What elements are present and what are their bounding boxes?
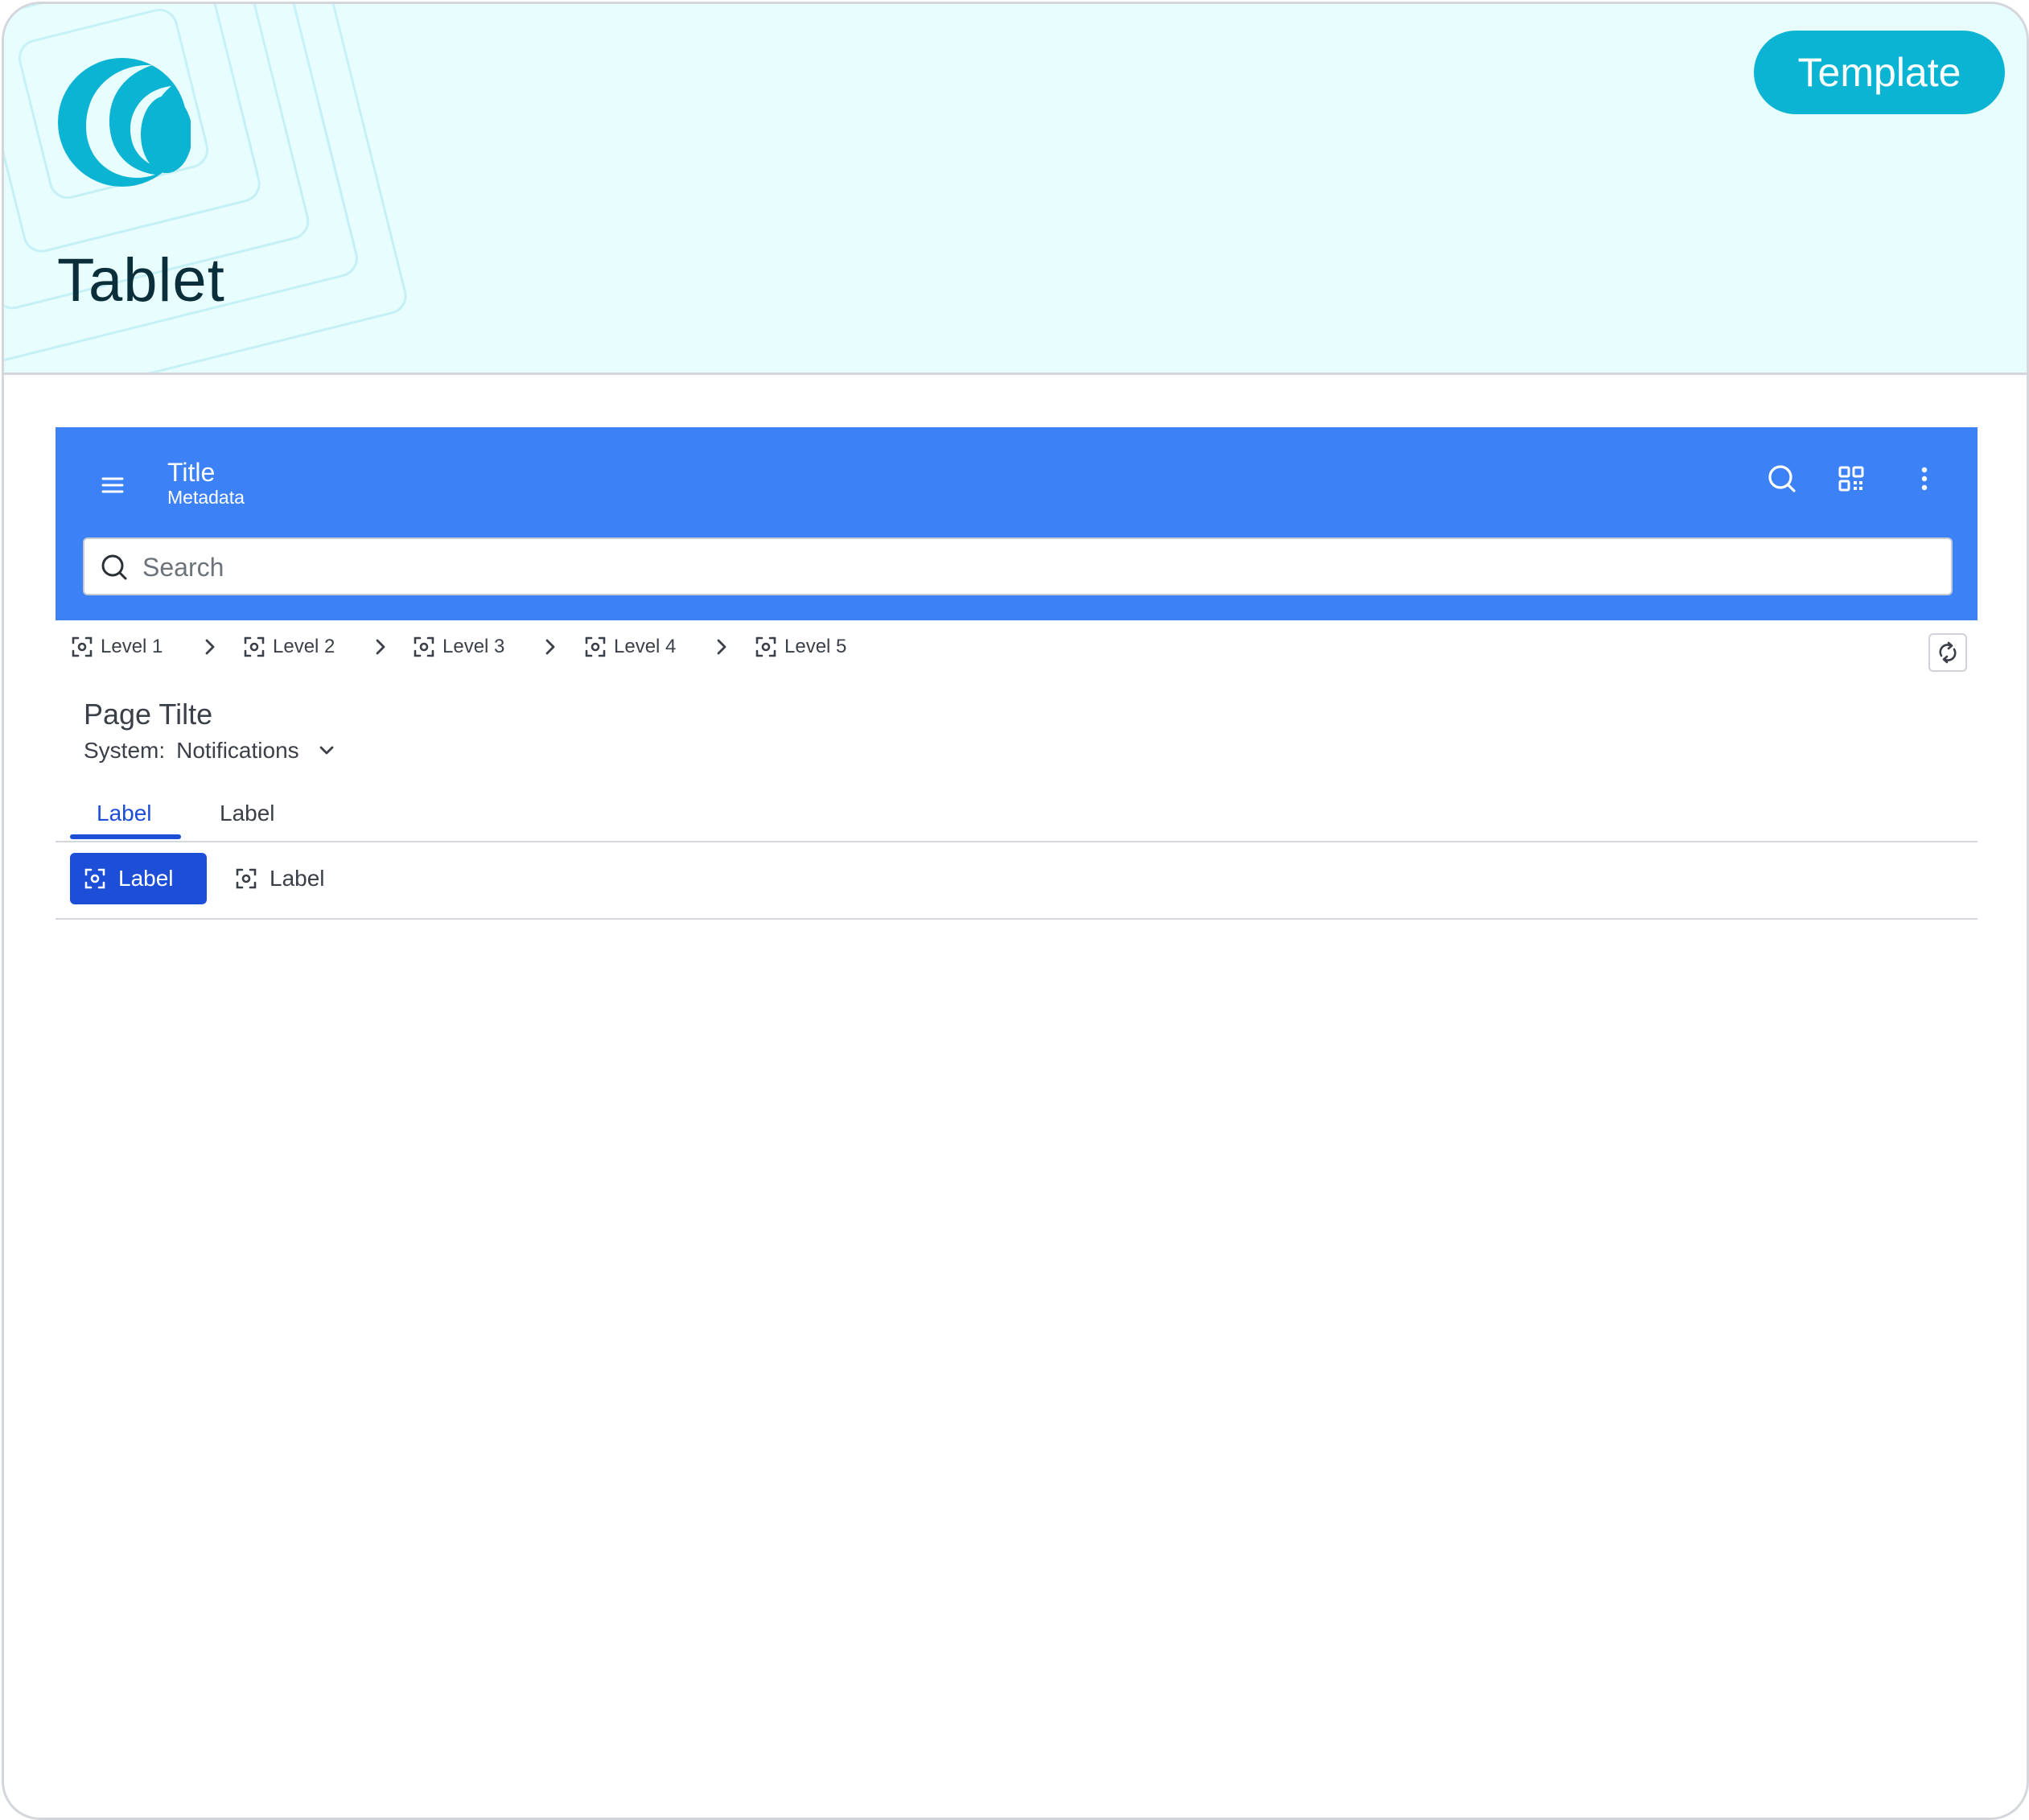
banner-title: Tablet: [57, 246, 225, 315]
breadcrumb-label: Level 2: [273, 636, 335, 657]
refresh-icon: [1939, 641, 1957, 664]
banner: Tablet Template: [4, 4, 2027, 375]
system-label: System:: [84, 738, 166, 763]
app-bar: Title Metadata: [56, 427, 1978, 620]
qr-code-icon[interactable]: [1834, 461, 1869, 496]
search-bar: [83, 537, 1953, 595]
segment-button-label: Label: [118, 866, 174, 891]
more-vertical-icon[interactable]: [1907, 461, 1942, 496]
breadcrumb-item-level-3[interactable]: Level 3: [412, 632, 504, 661]
active-tab-indicator: [70, 834, 181, 839]
focus-icon: [236, 868, 257, 889]
segment-button-selected[interactable]: Label: [70, 853, 207, 904]
tab-label-1[interactable]: Label: [97, 801, 152, 826]
system-value: Notifications: [176, 738, 299, 763]
segment-button-label: Label: [270, 866, 325, 891]
chevron-right-icon: [205, 639, 215, 655]
breadcrumb-label: Level 1: [101, 636, 163, 657]
tab-bar: Label Label: [56, 793, 1978, 842]
focus-icon: [414, 636, 434, 657]
search-icon[interactable]: [1764, 461, 1800, 496]
template-badge: Template: [1754, 31, 2005, 114]
breadcrumb-label: Level 5: [784, 636, 847, 657]
chevron-right-icon: [717, 639, 726, 655]
refresh-button[interactable]: [1928, 633, 1967, 672]
system-selector[interactable]: System: Notifications: [84, 736, 338, 765]
chevron-down-icon: [319, 746, 334, 755]
focus-icon: [244, 636, 265, 657]
brand-logo: [58, 58, 191, 187]
chevron-right-icon: [545, 639, 555, 655]
breadcrumb-item-level-2[interactable]: Level 2: [242, 632, 335, 661]
segmented-toolbar: Label Label: [56, 841, 1978, 920]
tab-label-2[interactable]: Label: [220, 801, 275, 826]
app-bar-title: Title: [167, 458, 216, 487]
chevron-right-icon: [376, 639, 385, 655]
breadcrumb-item-level-1[interactable]: Level 1: [70, 632, 163, 661]
breadcrumb-item-level-4[interactable]: Level 4: [583, 632, 676, 661]
search-field-icon: [101, 554, 127, 580]
breadcrumb-label: Level 4: [614, 636, 677, 657]
focus-icon: [585, 636, 606, 657]
search-input[interactable]: [141, 544, 1914, 591]
segment-button[interactable]: Label: [221, 853, 334, 904]
breadcrumb-label: Level 3: [442, 636, 505, 657]
app-bar-metadata: Metadata: [167, 487, 245, 508]
page-title: Page Tilte: [84, 698, 213, 731]
menu-icon[interactable]: [95, 467, 130, 503]
focus-icon: [84, 868, 105, 889]
breadcrumb-item-level-5[interactable]: Level 5: [754, 632, 846, 661]
template-frame: Tablet Template Title Metadata Search Le…: [2, 2, 2029, 1820]
focus-icon: [72, 636, 93, 657]
focus-icon: [755, 636, 776, 657]
